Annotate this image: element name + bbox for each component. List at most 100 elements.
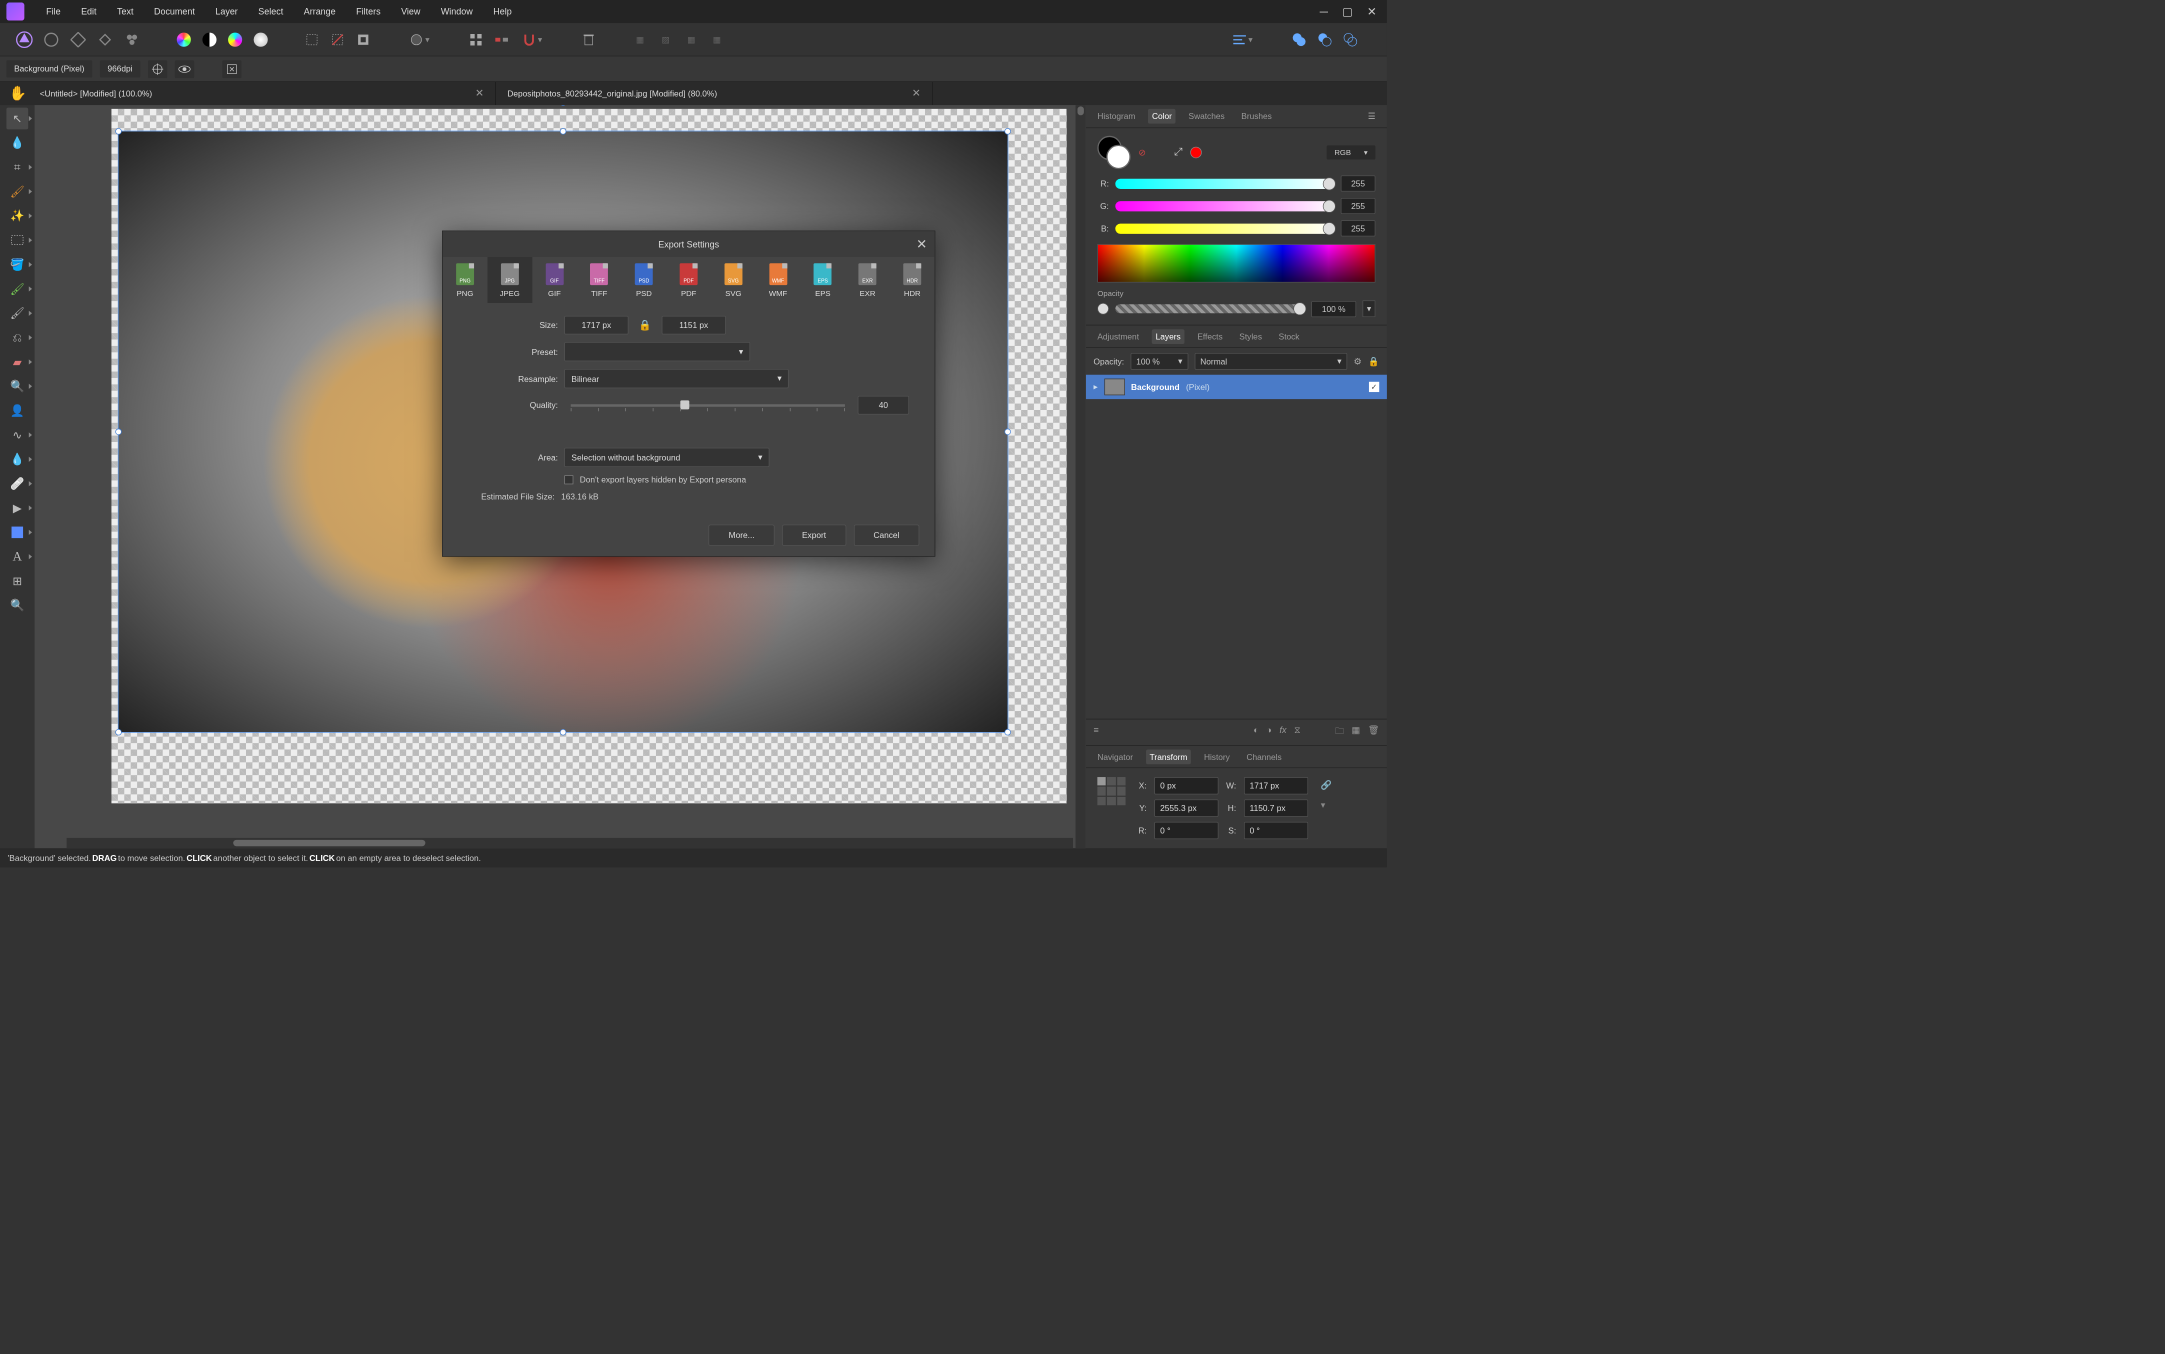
b-slider[interactable] [1115,223,1334,233]
layer-item[interactable]: ▸ Background (Pixel) ✓ [1086,375,1387,399]
move-tool-icon[interactable]: ↖ [6,108,28,130]
selection-all-icon[interactable] [301,29,323,51]
tab-histogram[interactable]: Histogram [1094,109,1140,124]
tab-navigator[interactable]: Navigator [1094,749,1137,764]
hand-tool-icon[interactable]: ✋ [9,85,27,102]
menu-select[interactable]: Select [248,3,293,21]
none-fill-icon[interactable]: ⊘ [1138,147,1146,158]
develop-persona-icon[interactable] [67,28,90,51]
fill-tool-icon[interactable]: 🪣 [6,254,28,276]
align-icon[interactable]: ▾ [1227,29,1259,51]
clone-tool-icon[interactable]: ⎌ [6,327,28,349]
color-mode-select[interactable]: RGB▾ [1327,145,1376,159]
format-pdf[interactable]: PDFPDF [666,257,711,303]
selection-handle[interactable] [115,429,121,435]
menu-arrange[interactable]: Arrange [293,3,345,21]
size-lock-icon[interactable]: 🔒 [635,319,655,332]
area-select[interactable]: Selection without background▾ [564,448,769,467]
format-png[interactable]: PNGPNG [443,257,488,303]
y-field[interactable]: 2555.3 px [1154,799,1218,816]
selection-brush-icon[interactable]: ✨ [6,205,28,227]
tab-styles[interactable]: Styles [1235,329,1265,344]
window-minimize-icon[interactable]: ─ [1320,5,1328,18]
export-button[interactable]: Export [782,525,846,546]
format-eps[interactable]: EPSEPS [800,257,845,303]
tone-map-persona-icon[interactable] [94,28,117,51]
format-jpeg[interactable]: JPGJPEG [487,257,532,303]
auto-colors-icon[interactable] [224,29,246,51]
tab-swatches[interactable]: Swatches [1185,109,1229,124]
horizontal-scrollbar[interactable] [67,838,1073,848]
blur-tool-icon[interactable]: 💧 [6,448,28,470]
menu-filters[interactable]: Filters [346,3,391,21]
x-field[interactable]: 0 px [1154,777,1218,794]
format-psd[interactable]: PSDPSD [622,257,667,303]
dialog-close-icon[interactable]: ✕ [916,236,927,252]
dialog-titlebar[interactable]: Export Settings ✕ [443,231,935,257]
size-height-input[interactable]: 1151 px [662,316,726,335]
rotation-handle[interactable] [560,105,566,106]
document-tab-2[interactable]: Depositphotos_80293442_original.jpg [Mod… [496,82,933,105]
fx-icon[interactable]: fx [1279,725,1286,740]
format-tiff[interactable]: TIFFTIFF [577,257,622,303]
tab-stock[interactable]: Stock [1275,329,1304,344]
mixer-brush-icon[interactable]: 🖌 [6,302,28,324]
close-tab-icon[interactable]: ✕ [912,87,921,100]
context-target-icon[interactable] [148,60,167,78]
tab-effects[interactable]: Effects [1193,329,1226,344]
liquify-persona-icon[interactable] [40,28,63,51]
context-transform-icon[interactable] [222,60,241,78]
selection-handle[interactable] [1004,429,1010,435]
auto-contrast-icon[interactable] [199,29,221,51]
format-gif[interactable]: GIFGIF [532,257,577,303]
magnet-icon[interactable]: ▾ [516,29,548,51]
format-svg[interactable]: SVGSVG [711,257,756,303]
color-swatch-icon[interactable] [1097,136,1130,169]
menu-layer[interactable]: Layer [205,3,248,21]
selection-handle[interactable] [1004,128,1010,134]
layer-opacity-input[interactable]: 100 %▾ [1130,353,1188,370]
tab-transform[interactable]: Transform [1146,749,1191,764]
selection-handle[interactable] [115,128,121,134]
auto-levels-icon[interactable] [173,29,195,51]
selection-deselect-icon[interactable] [327,29,349,51]
geometry-intersect-icon[interactable] [1339,29,1361,51]
context-eye-icon[interactable] [175,60,194,78]
folder-icon[interactable]: 🗀 [1335,725,1344,740]
eraser-tool-icon[interactable]: ▰ [6,351,28,373]
adjustment-icon[interactable]: ◑ [1266,725,1271,740]
layer-visible-checkbox[interactable]: ✓ [1369,382,1379,392]
r-slider[interactable] [1115,178,1334,188]
chevron-right-icon[interactable]: ▸ [1094,382,1098,392]
eyedropper-tool-icon[interactable]: 💧 [6,132,28,154]
selection-handle[interactable] [115,729,121,735]
anchor-selector[interactable] [1097,777,1125,805]
delete-layer-icon[interactable]: 🗑 [1368,725,1379,740]
close-tab-icon[interactable]: ✕ [475,87,484,100]
r-field[interactable]: 0 ° [1154,822,1218,839]
lock-icon[interactable]: 🔒 [1368,356,1379,367]
photo-persona-icon[interactable] [13,28,36,51]
opacity-dropdown-icon[interactable]: ▾ [1363,300,1376,317]
window-close-icon[interactable]: ✕ [1367,5,1377,18]
panel-options-icon[interactable]: ☰ [1364,109,1379,124]
smudge-tool-icon[interactable]: ∿ [6,424,28,446]
tab-adjustment[interactable]: Adjustment [1094,329,1143,344]
people-tool-icon[interactable]: 👤 [6,400,28,422]
mesh-tool-icon[interactable]: ⊞ [6,570,28,592]
b-value[interactable]: 255 [1341,220,1376,236]
shape-tool-icon[interactable] [6,521,28,543]
hide-layers-checkbox[interactable] [564,475,573,484]
opacity-knob-icon[interactable] [1097,303,1109,315]
tab-layers[interactable]: Layers [1152,329,1185,344]
menu-file[interactable]: File [36,3,71,21]
document-tab-1[interactable]: <Untitled> [Modified] (100.0%) ✕ [28,82,496,105]
resample-select[interactable]: Bilinear▾ [564,369,788,388]
geometry-add-icon[interactable] [1288,29,1310,51]
paint-brush-icon[interactable]: 🖌 [6,278,28,300]
s-field[interactable]: 0 ° [1244,822,1308,839]
g-value[interactable]: 255 [1341,198,1376,214]
brush-tool-icon[interactable]: 🖌 [6,181,28,203]
menu-window[interactable]: Window [431,3,483,21]
quick-mask-icon[interactable]: ▾ [404,29,436,51]
